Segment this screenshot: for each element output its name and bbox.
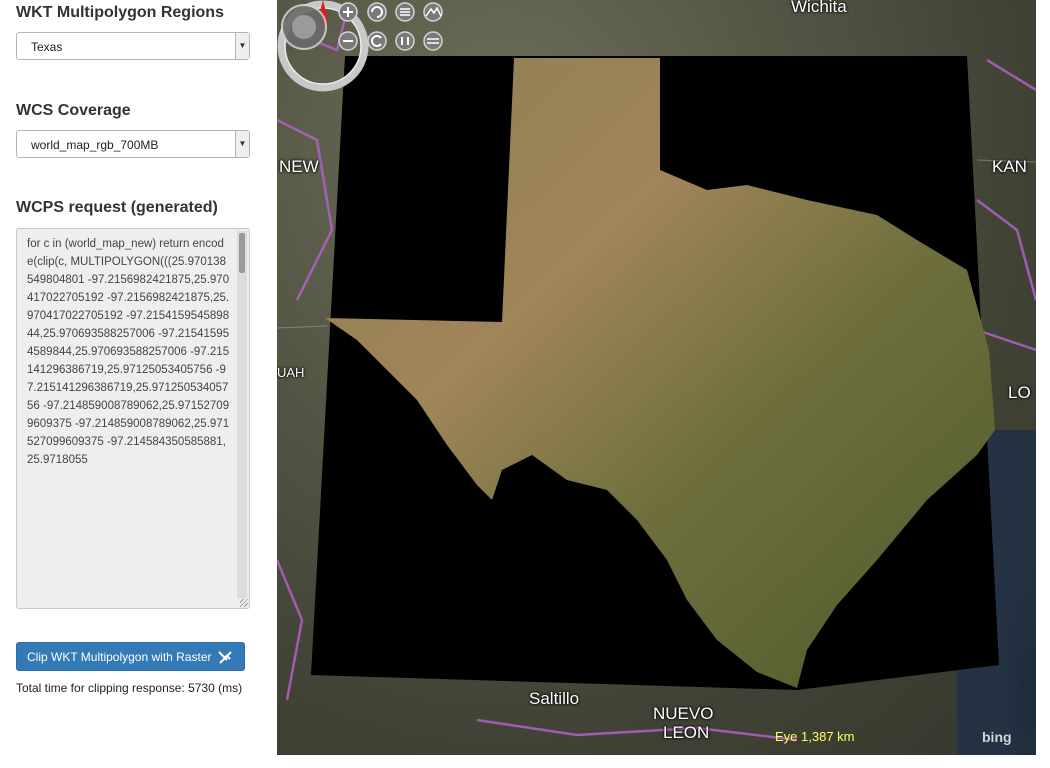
regions-select[interactable]: Texas ▼ [16,32,250,60]
map-label-lo: LO [1008,383,1031,402]
eye-altitude-readout: Eye 1,387 km [775,729,855,744]
request-heading: WCPS request (generated) [16,199,218,216]
satellite-icon [217,650,232,664]
wcps-request-text: for c in (world_map_new) return encode(c… [27,238,230,466]
map-label-saltillo: Saltillo [529,689,580,708]
pan-joystick-icon[interactable] [281,4,327,50]
globe-map-view[interactable]: Wichita NEW KAN UAH LO Saltillo NUEVO LE… [277,0,1036,755]
resize-grip-icon[interactable] [240,599,248,607]
terrain-icon[interactable] [423,2,443,22]
rotate-left-icon[interactable] [367,2,387,22]
clip-button-label: Clip WKT Multipolygon with Raster [27,649,212,664]
zoom-out-icon[interactable] [338,31,358,51]
scrollbar-thumb[interactable] [239,233,245,273]
regions-selected-value: Texas [31,40,63,54]
tilt-reset-icon[interactable] [423,31,443,51]
dropdown-arrow-icon[interactable]: ▼ [235,33,249,59]
regions-heading: WKT Multipolygon Regions [16,4,224,21]
clip-time-status: Total time for clipping response: 5730 (… [16,681,243,695]
bing-attribution: bing [982,729,1012,745]
map-label-uah: UAH [277,365,305,380]
navigation-controls [281,2,443,51]
reset-icon[interactable] [367,31,387,51]
zoom-in-icon[interactable] [338,2,358,22]
tilt-icon[interactable] [395,2,415,22]
map-label-nuevo: NUEVO [653,704,714,723]
map-canvas [277,9,1036,755]
map-label-kan: KAN [992,157,1027,176]
map-label-wichita: Wichita [791,0,847,16]
pause-icon[interactable] [395,31,415,51]
wcps-request-textarea[interactable]: for c in (world_map_new) return encode(c… [16,228,250,609]
control-panel: WKT Multipolygon Regions Texas ▼ WCS Cov… [0,0,277,768]
textarea-scrollbar[interactable] [237,231,247,598]
coverage-heading: WCS Coverage [16,102,131,119]
dropdown-arrow-icon[interactable]: ▼ [235,131,249,157]
coverage-selected-value: world_map_rgb_700MB [31,138,159,152]
clip-button[interactable]: Clip WKT Multipolygon with Raster [16,642,245,671]
coverage-select[interactable]: world_map_rgb_700MB ▼ [16,130,250,158]
map-label-leon: LEON [663,723,710,742]
map-label-new: NEW [279,157,319,176]
